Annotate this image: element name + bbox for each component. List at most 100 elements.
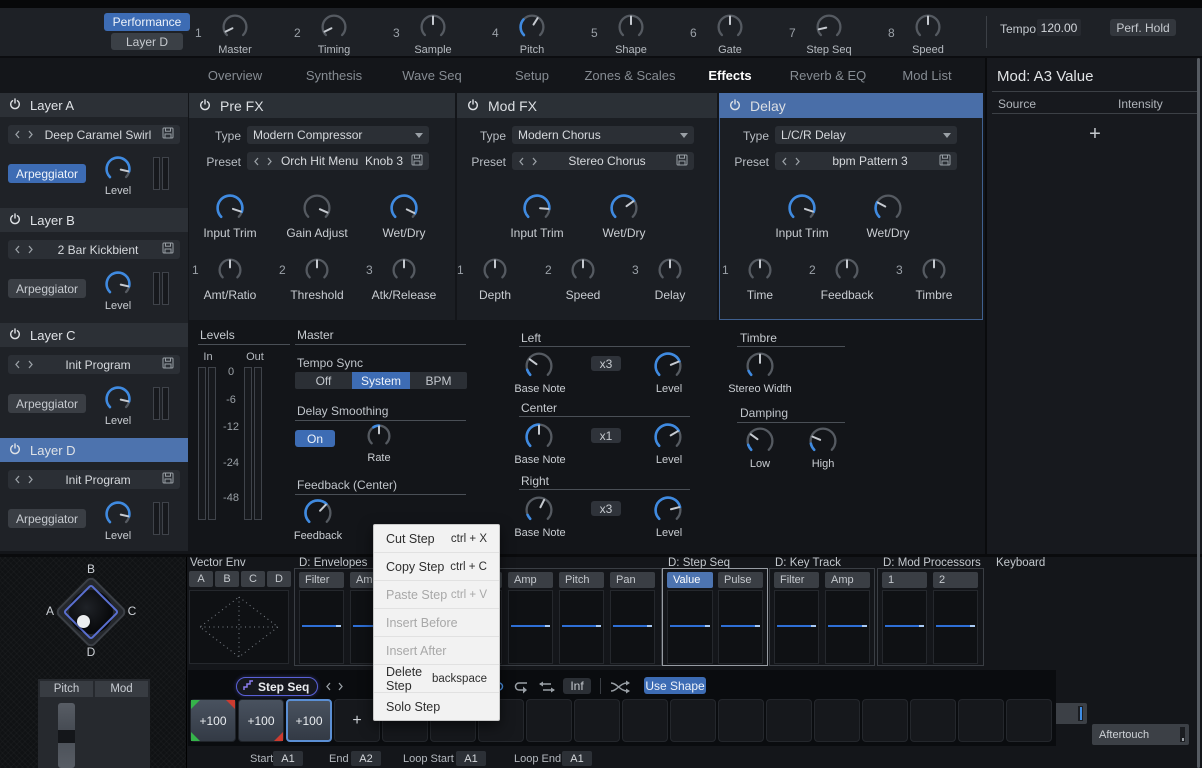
layer-c-header[interactable]: Layer C [0, 323, 188, 347]
sync-option-off[interactable]: Off [295, 372, 352, 389]
delay-type-dropdown[interactable]: L/C/R Delay [775, 126, 957, 144]
save-icon[interactable] [411, 154, 423, 169]
delay-header-selected[interactable]: Delay [719, 93, 983, 118]
save-icon[interactable] [162, 242, 174, 257]
next-preset-icon[interactable] [27, 245, 34, 254]
center-base-note-knob[interactable] [524, 422, 554, 457]
key-track-amp-preview[interactable] [825, 590, 870, 664]
save-icon[interactable] [162, 127, 174, 142]
layer-b-level-knob[interactable] [104, 270, 132, 303]
mod-fx-speed-knob[interactable] [570, 257, 596, 288]
smoothing-rate-knob[interactable] [366, 423, 392, 454]
pre-fx-gain-adjust-knob[interactable] [302, 193, 332, 228]
empty-step-cell[interactable] [1006, 699, 1052, 742]
step-seq-pulse-preview[interactable] [718, 590, 763, 664]
next-preset-icon[interactable] [531, 157, 538, 166]
mod-fx-wet-dry-knob[interactable] [609, 193, 639, 228]
next-preset-icon[interactable] [27, 130, 34, 139]
delay-feedback-knob[interactable] [834, 257, 860, 288]
empty-step-cell[interactable] [862, 699, 908, 742]
power-icon[interactable] [9, 98, 21, 113]
power-icon[interactable] [9, 443, 21, 458]
mod-fx-delay-knob[interactable] [657, 257, 683, 288]
lfo-amp-preview[interactable] [508, 590, 553, 664]
lfo-pan-preview[interactable] [610, 590, 655, 664]
pre-fx-threshold-knob[interactable] [304, 257, 330, 288]
mod-processor-1-preview[interactable] [882, 590, 927, 664]
delay-preset-field[interactable]: bpm Pattern 3 [775, 152, 957, 170]
layer-b-preset-field[interactable]: 2 Bar Kickbient [8, 240, 180, 259]
empty-step-cell[interactable] [766, 699, 812, 742]
keyboard-aftertouch-button[interactable]: Aftertouch [1092, 724, 1189, 745]
save-icon[interactable] [162, 357, 174, 372]
macro-knob-timing[interactable] [320, 13, 348, 46]
scrollbar[interactable] [1197, 58, 1200, 768]
next-preset-icon[interactable] [27, 475, 34, 484]
start-value-field[interactable]: A1 [273, 751, 303, 766]
menu-item-paste-step-disabled[interactable]: Paste Stepctrl + V [374, 580, 499, 608]
perf-hold-button[interactable]: Perf. Hold [1110, 19, 1176, 36]
prev-preset-icon[interactable] [14, 475, 21, 484]
mod-fx-depth-knob[interactable] [482, 257, 508, 288]
mod-processor-2-preview[interactable] [933, 590, 978, 664]
loop-end-value-field[interactable]: A1 [562, 751, 592, 766]
loop-backward-icon[interactable] [512, 679, 532, 700]
layer-c-level-knob[interactable] [104, 385, 132, 418]
prev-preset-icon[interactable] [14, 245, 21, 254]
envelope-tab-filter[interactable]: Filter [299, 572, 344, 588]
next-preset-icon[interactable] [27, 360, 34, 369]
mod-fx-preset-field[interactable]: Stereo Chorus [512, 152, 694, 170]
mod-processor-tab-1[interactable]: 1 [882, 572, 927, 588]
damping-high-knob[interactable] [808, 426, 838, 461]
next-preset-icon[interactable] [794, 157, 801, 166]
center-multiplier-button[interactable]: x1 [591, 428, 621, 443]
stereo-width-knob[interactable] [745, 351, 775, 386]
next-lane-icon[interactable] [337, 682, 344, 691]
damping-low-knob[interactable] [745, 426, 775, 461]
mod-fx-header[interactable]: Mod FX [457, 93, 717, 118]
use-shape-button[interactable]: Use Shape [644, 677, 706, 694]
vector-env-preview[interactable] [189, 590, 289, 664]
left-level-knob[interactable] [653, 351, 683, 386]
layer-d-level-knob[interactable] [104, 500, 132, 533]
tempo-value-field[interactable]: 120.00 [1037, 19, 1081, 36]
macro-knob-shape[interactable] [617, 13, 645, 46]
lfo-pitch-preview[interactable] [559, 590, 604, 664]
layer-c-arpeggiator-button[interactable]: Arpeggiator [8, 394, 86, 413]
step-seq-tab-pulse[interactable]: Pulse [718, 572, 763, 588]
layer-a-level-knob[interactable] [104, 155, 132, 188]
macro-knob-pitch[interactable] [518, 13, 546, 46]
power-icon[interactable] [9, 328, 21, 343]
macro-knob-step-seq[interactable] [815, 13, 843, 46]
pre-fx-type-dropdown[interactable]: Modern Compressor [247, 126, 429, 144]
empty-step-cell[interactable] [958, 699, 1004, 742]
sync-option-system-selected[interactable]: System [352, 372, 410, 389]
feedback-center-knob[interactable] [303, 498, 333, 533]
performance-mode-button[interactable]: Performance [104, 13, 190, 31]
step-seq-value-preview[interactable] [667, 590, 713, 664]
delay-wet-dry-knob[interactable] [873, 193, 903, 228]
save-icon[interactable] [939, 154, 951, 169]
key-track-tab-amp[interactable]: Amp [825, 572, 870, 588]
layer-mode-button[interactable]: Layer D [111, 33, 183, 50]
empty-step-cell[interactable] [814, 699, 860, 742]
menu-item-cut-step[interactable]: Cut Stepctrl + X [374, 525, 499, 552]
prev-lane-icon[interactable] [325, 682, 332, 691]
menu-item-copy-step[interactable]: Copy Stepctrl + C [374, 552, 499, 580]
pre-fx-input-trim-knob[interactable] [215, 193, 245, 228]
right-base-note-knob[interactable] [524, 495, 554, 530]
power-icon[interactable] [729, 98, 741, 114]
step-cell-2[interactable]: +100 [238, 699, 284, 742]
vector-env-tab-a[interactable]: A [189, 571, 213, 587]
macro-knob-speed[interactable] [914, 13, 942, 46]
vector-env-tab-d[interactable]: D [267, 571, 291, 587]
vector-env-tab-c[interactable]: C [241, 571, 265, 587]
save-icon[interactable] [676, 154, 688, 169]
step-seq-tab-value-selected[interactable]: Value [667, 572, 713, 588]
lfo-tab-pitch[interactable]: Pitch [559, 572, 604, 588]
pre-fx-atk-release-knob[interactable] [391, 257, 417, 288]
pre-fx-preset-field[interactable]: Orch Hit Menu Knob 3 [247, 152, 429, 170]
add-mod-source-button[interactable]: + [1083, 122, 1107, 146]
key-track-filter-preview[interactable] [774, 590, 819, 664]
key-track-tab-filter[interactable]: Filter [774, 572, 819, 588]
